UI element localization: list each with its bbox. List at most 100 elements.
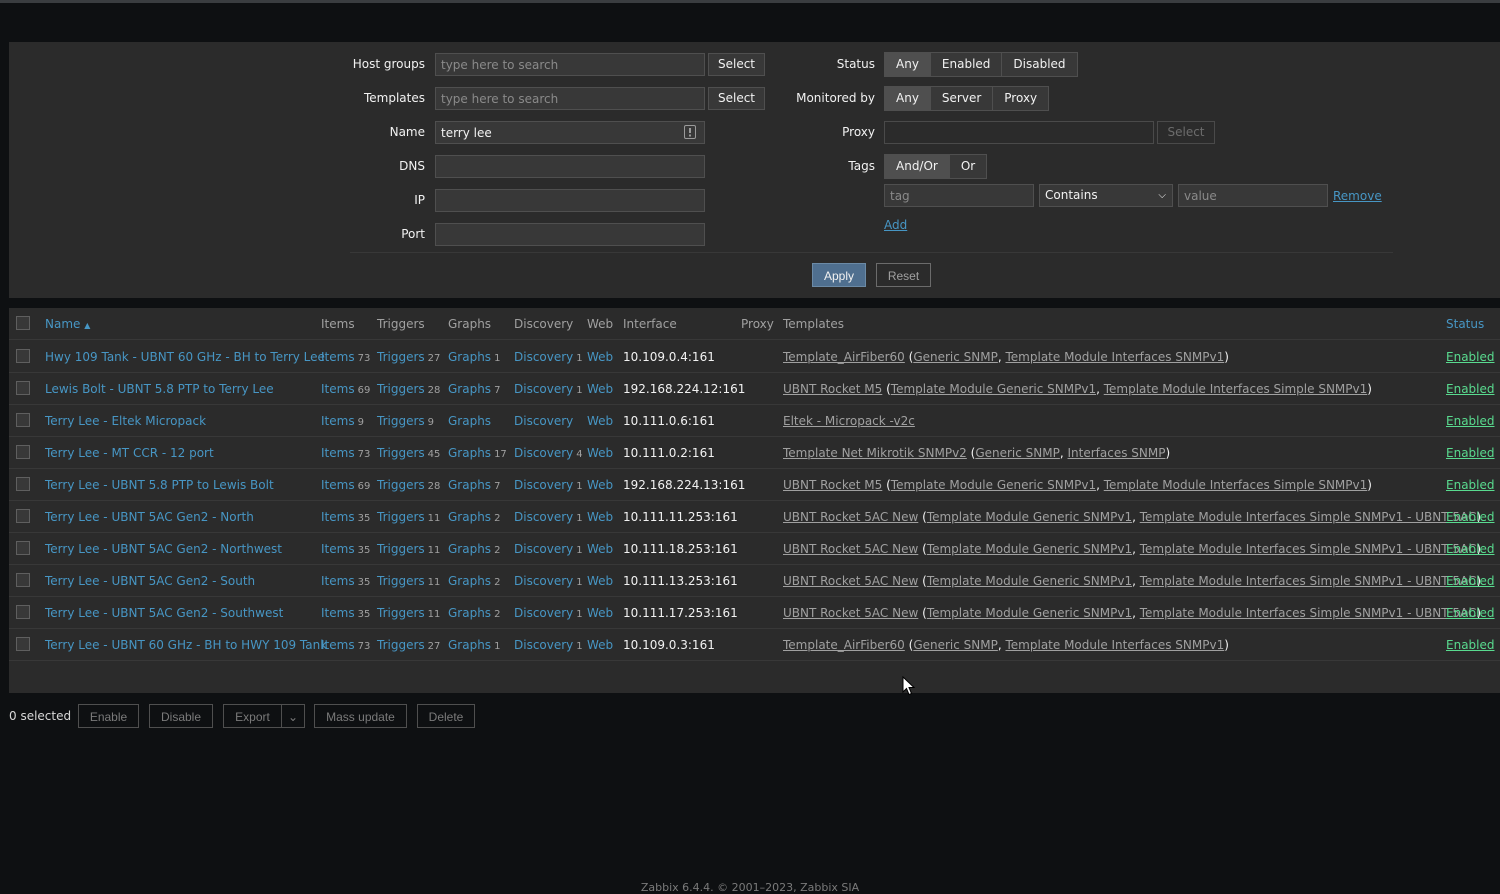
template-link[interactable]: UBNT Rocket M5 [783,382,882,396]
triggers-link[interactable]: Triggers [377,350,425,364]
graphs-link[interactable]: Graphs [448,574,491,588]
parent-template-link[interactable]: Template Module Generic SNMPv1 [891,478,1096,492]
dns-input[interactable] [435,155,705,178]
triggers-link[interactable]: Triggers [377,542,425,556]
items-link[interactable]: Items [321,510,355,524]
header-status[interactable]: Status [1446,317,1484,331]
status-link[interactable]: Enabled [1446,542,1495,556]
proxy-select-button[interactable]: Select [1157,121,1215,144]
parent-template-link[interactable]: Template Module Generic SNMPv1 [927,542,1132,556]
row-checkbox[interactable] [16,605,30,619]
parent-template-link[interactable]: Template Module Generic SNMPv1 [927,606,1132,620]
web-link[interactable]: Web [587,478,613,492]
web-link[interactable]: Web [587,414,613,428]
web-link[interactable]: Web [587,510,613,524]
graphs-link[interactable]: Graphs [448,350,491,364]
apply-button[interactable]: Apply [812,263,866,287]
web-link[interactable]: Web [587,446,613,460]
triggers-link[interactable]: Triggers [377,606,425,620]
web-link[interactable]: Web [587,542,613,556]
host-name-link[interactable]: Terry Lee - Eltek Micropack [45,414,206,428]
parent-template-link[interactable]: Template Module Generic SNMPv1 [891,382,1096,396]
status-any[interactable]: Any [885,53,931,76]
status-link[interactable]: Enabled [1446,478,1495,492]
tag-name-input[interactable] [884,184,1034,207]
template-link[interactable]: UBNT Rocket 5AC New [783,606,918,620]
triggers-link[interactable]: Triggers [377,414,425,428]
parent-template-link[interactable]: Template Module Interfaces Simple SNMPv1… [1140,606,1477,620]
status-disabled[interactable]: Disabled [1002,53,1076,76]
name-input[interactable] [435,121,705,144]
web-link[interactable]: Web [587,638,613,652]
status-link[interactable]: Enabled [1446,510,1495,524]
host-name-link[interactable]: Terry Lee - UBNT 5AC Gen2 - Northwest [45,542,282,556]
items-link[interactable]: Items [321,478,355,492]
triggers-link[interactable]: Triggers [377,382,425,396]
host-name-link[interactable]: Terry Lee - UBNT 5AC Gen2 - North [45,510,254,524]
template-link[interactable]: UBNT Rocket 5AC New [783,574,918,588]
templates-input[interactable] [435,87,705,110]
discovery-link[interactable]: Discovery [514,350,573,364]
parent-template-link[interactable]: Generic SNMP [913,638,998,652]
template-link[interactable]: Template_AirFiber60 [783,638,905,652]
status-link[interactable]: Enabled [1446,574,1495,588]
template-link[interactable]: Eltek - Micropack -v2c [783,414,915,428]
web-link[interactable]: Web [587,606,613,620]
host-name-link[interactable]: Terry Lee - UBNT 5AC Gen2 - South [45,574,255,588]
row-checkbox[interactable] [16,381,30,395]
parent-template-link[interactable]: Template Module Interfaces Simple SNMPv1… [1140,510,1477,524]
template-link[interactable]: UBNT Rocket M5 [783,478,882,492]
tag-value-input[interactable] [1178,184,1328,207]
items-link[interactable]: Items [321,446,355,460]
enable-button[interactable]: Enable [78,704,139,728]
discovery-link[interactable]: Discovery [514,542,573,556]
parent-template-link[interactable]: Template Module Interfaces Simple SNMPv1 [1104,478,1368,492]
parent-template-link[interactable]: Generic SNMP [975,446,1060,460]
parent-template-link[interactable]: Template Module Interfaces Simple SNMPv1… [1140,574,1477,588]
template-link[interactable]: Template Net Mikrotik SNMPv2 [783,446,967,460]
parent-template-link[interactable]: Template Module Interfaces Simple SNMPv1… [1140,542,1477,556]
web-link[interactable]: Web [587,574,613,588]
discovery-link[interactable]: Discovery [514,638,573,652]
row-checkbox[interactable] [16,573,30,587]
row-checkbox[interactable] [16,541,30,555]
parent-template-link[interactable]: Template Module Generic SNMPv1 [927,574,1132,588]
discovery-link[interactable]: Discovery [514,510,573,524]
graphs-link[interactable]: Graphs [448,446,491,460]
monitored-by-server[interactable]: Server [931,87,994,110]
select-all-checkbox[interactable] [16,316,30,330]
export-button[interactable]: Export [223,704,282,728]
graphs-link[interactable]: Graphs [448,606,491,620]
status-link[interactable]: Enabled [1446,350,1495,364]
mass-update-button[interactable]: Mass update [314,704,407,728]
items-link[interactable]: Items [321,606,355,620]
host-groups-input[interactable] [435,53,705,76]
discovery-link[interactable]: Discovery [514,414,573,428]
parent-template-link[interactable]: Generic SNMP [913,350,998,364]
parent-template-link[interactable]: Template Module Interfaces Simple SNMPv1 [1104,382,1368,396]
template-link[interactable]: UBNT Rocket 5AC New [783,542,918,556]
port-input[interactable] [435,223,705,246]
parent-template-link[interactable]: Template Module Generic SNMPv1 [927,510,1132,524]
graphs-link[interactable]: Graphs [448,382,491,396]
items-link[interactable]: Items [321,382,355,396]
parent-template-link[interactable]: Template Module Interfaces SNMPv1 [1006,350,1225,364]
row-checkbox[interactable] [16,509,30,523]
parent-template-link[interactable]: Template Module Interfaces SNMPv1 [1006,638,1225,652]
row-checkbox[interactable] [16,477,30,491]
tag-operator-select[interactable]: Contains ⌵ [1039,184,1173,207]
host-name-link[interactable]: Terry Lee - UBNT 5.8 PTP to Lewis Bolt [45,478,274,492]
status-link[interactable]: Enabled [1446,382,1495,396]
items-link[interactable]: Items [321,542,355,556]
web-link[interactable]: Web [587,350,613,364]
host-name-link[interactable]: Terry Lee - UBNT 60 GHz - BH to HWY 109 … [45,638,327,652]
triggers-link[interactable]: Triggers [377,446,425,460]
monitored-by-proxy[interactable]: Proxy [993,87,1048,110]
triggers-link[interactable]: Triggers [377,638,425,652]
discovery-link[interactable]: Discovery [514,574,573,588]
items-link[interactable]: Items [321,638,355,652]
triggers-link[interactable]: Triggers [377,478,425,492]
template-link[interactable]: Template_AirFiber60 [783,350,905,364]
row-checkbox[interactable] [16,349,30,363]
host-name-link[interactable]: Terry Lee - MT CCR - 12 port [45,446,214,460]
